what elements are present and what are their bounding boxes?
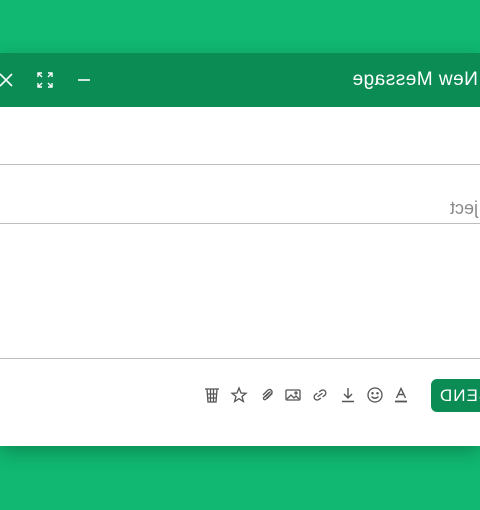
text-format-icon[interactable] xyxy=(392,386,410,404)
star-icon[interactable] xyxy=(230,386,248,404)
compose-window: New Message ject END xyxy=(0,53,480,446)
compose-title: New Message xyxy=(352,69,478,90)
image-icon[interactable] xyxy=(284,386,302,404)
subject-placeholder: ject xyxy=(449,198,478,218)
table-icon[interactable] xyxy=(203,386,221,404)
subject-field[interactable] xyxy=(0,165,480,224)
body-divider xyxy=(0,358,480,359)
attachment-icon[interactable] xyxy=(258,386,276,404)
recipients-field[interactable] xyxy=(0,107,480,165)
compose-titlebar: New Message xyxy=(0,53,480,107)
download-icon[interactable] xyxy=(339,386,357,404)
link-icon[interactable] xyxy=(311,386,329,404)
send-button-label: SEND xyxy=(439,386,480,405)
expand-icon[interactable] xyxy=(36,71,54,89)
close-icon[interactable] xyxy=(0,71,15,89)
minimize-icon[interactable] xyxy=(75,71,93,89)
emoji-icon[interactable] xyxy=(366,386,384,404)
message-body[interactable] xyxy=(0,225,480,358)
send-button[interactable]: SEND xyxy=(431,379,480,412)
